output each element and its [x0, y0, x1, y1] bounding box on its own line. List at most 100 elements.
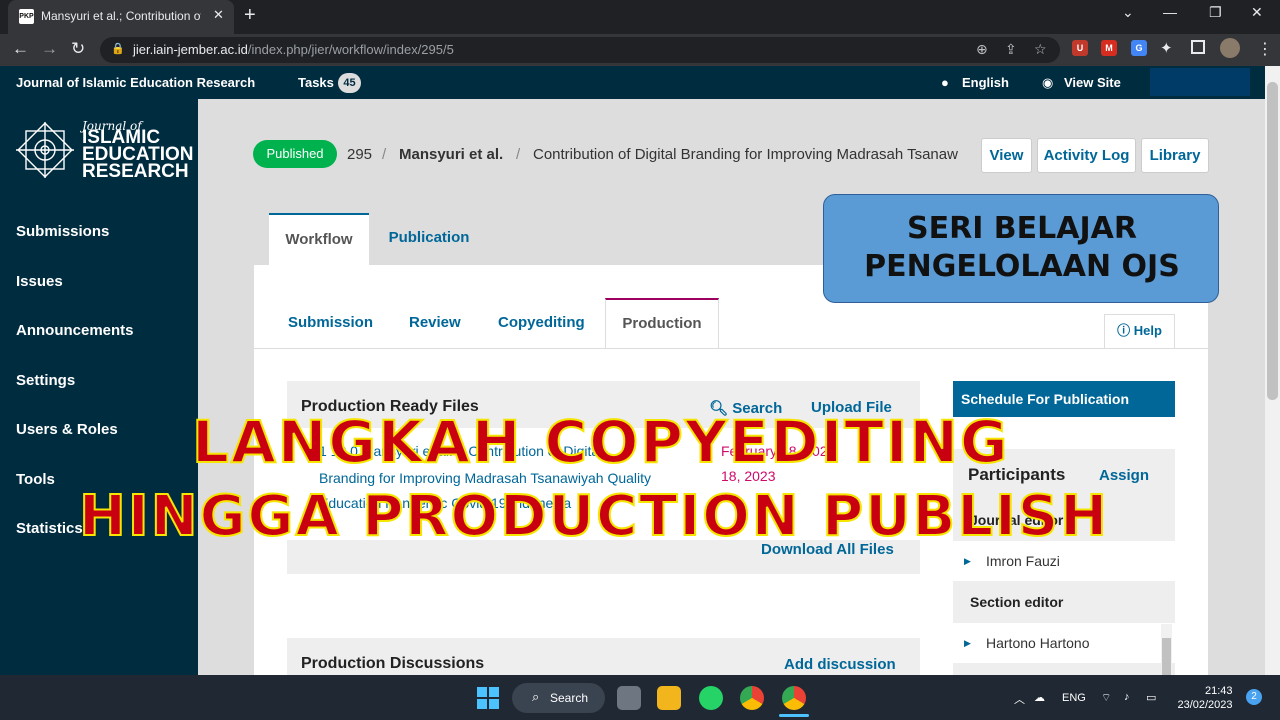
- headline-line-2: HINGGA PRODUCTION PUBLISH: [78, 483, 1110, 550]
- chrome-icon[interactable]: [740, 686, 764, 710]
- browser-menu-icon[interactable]: ⋮: [1257, 39, 1273, 59]
- eye-icon: ◉: [1042, 75, 1054, 90]
- cloud-icon[interactable]: ☁: [1034, 691, 1045, 704]
- globe-icon: ●: [941, 75, 949, 90]
- new-tab-icon[interactable]: +: [244, 4, 256, 27]
- browser-tab-bar: PKP Mansyuri et al.; Contribution of Dig…: [0, 0, 1280, 34]
- tab-submission[interactable]: Submission: [288, 314, 373, 331]
- whatsapp-icon[interactable]: [699, 686, 723, 710]
- tasks-link[interactable]: Tasks: [298, 75, 334, 90]
- tab-review[interactable]: Review: [409, 314, 461, 331]
- reload-icon[interactable]: ↻: [71, 39, 85, 59]
- sidebar-item-statistics[interactable]: Statistics: [16, 520, 83, 537]
- sidebar: Journal of ISLAMIC EDUCATION RESEARCH Su…: [0, 99, 198, 675]
- tab-publication[interactable]: Publication: [374, 213, 484, 265]
- language-menu[interactable]: English: [962, 75, 1009, 90]
- help-label: Help: [1133, 323, 1162, 338]
- restore-icon[interactable]: ❐: [1209, 4, 1222, 21]
- page-scrollbar-thumb[interactable]: [1267, 82, 1278, 400]
- headline-line-1: LANGKAH COPYEDITING: [191, 407, 1010, 477]
- participant-name[interactable]: Imron Fauzi: [986, 553, 1060, 569]
- help-button[interactable]: ⓘ Help: [1104, 314, 1175, 348]
- submission-id: 295: [347, 146, 373, 163]
- address-toolbar: ← → ↻ 🔒 jier.iain-jember.ac.id/index.php…: [0, 34, 1280, 66]
- forward-icon[interactable]: →: [41, 39, 58, 59]
- library-button[interactable]: Library: [1141, 138, 1209, 173]
- wifi-icon[interactable]: ⌔: [1101, 691, 1111, 705]
- sidebar-item-announcements[interactable]: Announcements: [16, 322, 134, 339]
- windows-start-icon[interactable]: [477, 687, 499, 709]
- browser-tab[interactable]: PKP Mansyuri et al.; Contribution of Dig…: [8, 0, 234, 34]
- tab-divider: [254, 348, 1208, 349]
- ojs-top-header: Journal of Islamic Education Research Ta…: [0, 66, 1265, 99]
- sidebar-item-settings[interactable]: Settings: [16, 372, 75, 389]
- view-site-link[interactable]: View Site: [1064, 75, 1121, 90]
- input-language[interactable]: ENG: [1062, 692, 1086, 704]
- profile-avatar[interactable]: [1220, 38, 1240, 58]
- url-host: jier.iain-jember.ac.id: [133, 42, 248, 57]
- expand-arrow-icon[interactable]: ▶: [964, 556, 971, 567]
- participant-name[interactable]: Hartono Hartono: [986, 635, 1090, 651]
- status-badge: Published: [253, 140, 337, 168]
- file-explorer-icon[interactable]: [657, 686, 681, 710]
- assign-participant-link[interactable]: Assign: [1099, 467, 1149, 484]
- sidebar-item-tools[interactable]: Tools: [16, 471, 55, 488]
- series-line-2: PENGELOLAAN OJS: [864, 249, 1180, 284]
- production-discussions-title: Production Discussions: [301, 655, 485, 672]
- view-button[interactable]: View: [981, 138, 1032, 173]
- sidebar-item-submissions[interactable]: Submissions: [16, 223, 109, 240]
- journal-name-link[interactable]: Journal of Islamic Education Research: [16, 75, 255, 90]
- minimize-icon[interactable]: —: [1163, 4, 1177, 20]
- user-menu[interactable]: [1150, 68, 1250, 96]
- sidebar-item-users-roles[interactable]: Users & Roles: [16, 421, 118, 438]
- islamic-pattern-icon: [16, 122, 74, 178]
- series-line-1: SERI BELAJAR: [907, 211, 1137, 246]
- task-view-icon[interactable]: [617, 686, 641, 710]
- system-clock[interactable]: 21:43 23/02/2023: [1177, 684, 1232, 711]
- series-banner: SERI BELAJAR PENGELOLAAN OJS: [823, 194, 1219, 303]
- tab-workflow[interactable]: Workflow: [269, 213, 369, 265]
- tab-copyediting[interactable]: Copyediting: [498, 314, 585, 331]
- tab-production[interactable]: Production: [605, 298, 719, 349]
- close-window-icon[interactable]: ✕: [1251, 4, 1263, 21]
- chevron-up-icon[interactable]: ︿: [1014, 691, 1025, 707]
- ublock-extension-icon[interactable]: U: [1072, 40, 1088, 56]
- extensions-puzzle-icon[interactable]: ✦: [1160, 39, 1173, 57]
- tab-search-icon[interactable]: ⌄: [1122, 4, 1134, 21]
- submission-title: Contribution of Digital Branding for Imp…: [533, 146, 958, 163]
- url-text: jier.iain-jember.ac.id/index.php/jier/wo…: [133, 42, 454, 57]
- back-icon[interactable]: ←: [12, 39, 29, 59]
- zoom-icon[interactable]: ⊕: [976, 41, 988, 58]
- search-icon: ⌕: [532, 689, 540, 704]
- notification-badge[interactable]: 2: [1246, 689, 1262, 705]
- url-path: /index.php/jier/workflow/index/295/5: [247, 42, 454, 57]
- journal-favicon-icon: PKP: [19, 9, 34, 24]
- battery-icon[interactable]: ▭: [1146, 691, 1156, 704]
- breadcrumb-separator: /: [516, 146, 521, 163]
- expand-arrow-icon[interactable]: ▶: [964, 638, 971, 649]
- activity-log-button[interactable]: Activity Log: [1037, 138, 1136, 173]
- sidebar-item-issues[interactable]: Issues: [16, 273, 63, 290]
- share-icon[interactable]: ⇪: [1005, 41, 1017, 58]
- lock-icon[interactable]: 🔒: [111, 42, 125, 55]
- url-bar[interactable]: 🔒 jier.iain-jember.ac.id/index.php/jier/…: [100, 37, 1060, 63]
- bookmark-star-icon[interactable]: ☆: [1034, 41, 1047, 58]
- volume-icon[interactable]: ♪: [1124, 691, 1130, 703]
- clock-date: 23/02/2023: [1177, 699, 1233, 711]
- close-tab-icon[interactable]: ✕: [213, 7, 224, 23]
- translate-extension-icon[interactable]: G: [1131, 40, 1147, 56]
- chrome-profile-icon[interactable]: [782, 686, 806, 710]
- taskbar-search-box[interactable]: ⌕ Search: [512, 683, 605, 713]
- tasks-count-badge[interactable]: 45: [338, 73, 361, 93]
- info-icon: ⓘ: [1117, 323, 1134, 338]
- breadcrumb-separator: /: [382, 146, 387, 163]
- active-app-indicator: [779, 714, 809, 717]
- pdf-extension-icon[interactable]: M: [1101, 40, 1117, 56]
- journal-logo[interactable]: Journal of ISLAMIC EDUCATION RESEARCH: [14, 117, 198, 187]
- taskbar-search-label: Search: [550, 691, 589, 705]
- participants-scrollbar-thumb[interactable]: [1162, 638, 1171, 675]
- participant-role-section-editor: Section editor: [970, 594, 1064, 610]
- tab-title: Mansyuri et al.; Contribution of Digital…: [41, 9, 201, 23]
- side-panel-icon[interactable]: [1191, 40, 1205, 54]
- add-discussion-link[interactable]: Add discussion: [784, 656, 896, 673]
